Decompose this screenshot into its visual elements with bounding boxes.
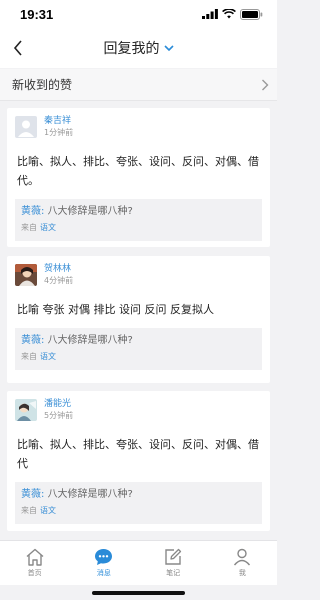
card-header: 潘能光 5分钟前	[15, 399, 262, 427]
chevron-down-icon	[163, 44, 174, 51]
tab-label: 消息	[96, 569, 111, 577]
user-icon	[234, 548, 251, 566]
quote-line: 黄薇: 八大修辞是哪八种?	[21, 488, 256, 502]
avatar[interactable]	[15, 116, 37, 138]
card-header: 秦吉祥 1分钟前	[15, 116, 262, 144]
portrait-avatar-icon	[15, 264, 37, 286]
avatar[interactable]	[15, 399, 37, 421]
quoted-question[interactable]: 黄薇: 八大修辞是哪八种? 来自 语文	[15, 199, 262, 241]
tab-home[interactable]: 首页	[0, 541, 69, 585]
home-icon	[26, 548, 44, 566]
status-icons	[202, 8, 263, 20]
back-button[interactable]	[8, 38, 28, 58]
nav-title-dropdown[interactable]: 回复我的	[104, 38, 174, 58]
tab-label: 首页	[27, 569, 42, 577]
source-line: 来自 语文	[21, 504, 256, 518]
tab-notes[interactable]: 笔记	[139, 541, 208, 585]
status-time: 19:31	[20, 6, 54, 22]
reply-card[interactable]: 潘能光 5分钟前 比喻、拟人、排比、夸张、设问、反问、对偶、借代 黄薇: 八大修…	[7, 391, 270, 531]
quote-user[interactable]: 黄薇:	[21, 489, 44, 500]
chevron-right-icon	[262, 79, 269, 90]
quote-question-text: 八大修辞是哪八种?	[47, 489, 133, 500]
signal-icon	[202, 9, 218, 19]
author-name[interactable]: 贺林林	[44, 264, 73, 275]
card-header: 贺林林 4分钟前	[15, 264, 262, 292]
reply-card[interactable]: 贺林林 4分钟前 比喻 夸张 对偶 排比 设问 反问 反复拟人 黄薇: 八大修辞…	[7, 256, 270, 383]
source-prefix: 来自	[21, 506, 37, 515]
source-link[interactable]: 语文	[40, 352, 56, 361]
reply-card[interactable]: 秦吉祥 1分钟前 比喻、拟人、排比、夸张、设问、反问、对偶、借代。 黄薇: 八大…	[7, 108, 270, 247]
wifi-icon	[222, 9, 236, 19]
source-line: 来自 语文	[21, 350, 256, 364]
quoted-question[interactable]: 黄薇: 八大修辞是哪八种? 来自 语文	[15, 328, 262, 370]
reply-content: 比喻 夸张 对偶 排比 设问 反问 反复拟人	[17, 303, 214, 316]
new-likes-label: 新收到的赞	[12, 78, 73, 92]
source-link[interactable]: 语文	[40, 506, 56, 515]
quoted-question[interactable]: 黄薇: 八大修辞是哪八种? 来自 语文	[15, 482, 262, 524]
tab-label: 我	[238, 569, 246, 577]
tab-me[interactable]: 我	[208, 541, 277, 585]
default-avatar-icon	[15, 116, 37, 138]
note-edit-icon	[165, 548, 182, 565]
home-indicator[interactable]	[92, 591, 185, 595]
tab-label: 笔记	[166, 569, 181, 577]
nav-bar: 回复我的	[0, 28, 277, 68]
new-likes-row[interactable]: 新收到的赞	[0, 69, 277, 101]
author-name[interactable]: 潘能光	[44, 399, 73, 410]
chevron-left-icon	[13, 40, 22, 56]
chat-bubble-icon	[95, 549, 113, 565]
status-bar: 19:31	[0, 0, 277, 28]
post-time: 1分钟前	[44, 128, 74, 137]
author-name[interactable]: 秦吉祥	[44, 116, 73, 127]
quote-user[interactable]: 黄薇:	[21, 206, 44, 217]
source-prefix: 来自	[21, 223, 37, 232]
tab-bar: 首页 消息 笔记 我	[0, 540, 277, 585]
portrait-avatar-icon	[15, 399, 37, 421]
tab-messages[interactable]: 消息	[69, 541, 138, 585]
page-title: 回复我的	[103, 41, 160, 57]
reply-content: 比喻、拟人、排比、夸张、设问、反问、对偶、借代。	[17, 155, 259, 187]
quote-user[interactable]: 黄薇:	[21, 335, 44, 346]
post-time: 5分钟前	[44, 411, 74, 420]
avatar[interactable]	[15, 264, 37, 286]
source-link[interactable]: 语文	[40, 223, 56, 232]
source-line: 来自 语文	[21, 221, 256, 235]
quote-line: 黄薇: 八大修辞是哪八种?	[21, 205, 256, 219]
battery-icon	[240, 8, 263, 20]
reply-content: 比喻、拟人、排比、夸张、设问、反问、对偶、借代	[17, 438, 259, 470]
post-time: 4分钟前	[44, 276, 74, 285]
source-prefix: 来自	[21, 352, 37, 361]
quote-line: 黄薇: 八大修辞是哪八种?	[21, 334, 256, 348]
quote-question-text: 八大修辞是哪八种?	[47, 335, 133, 346]
quote-question-text: 八大修辞是哪八种?	[47, 206, 133, 217]
